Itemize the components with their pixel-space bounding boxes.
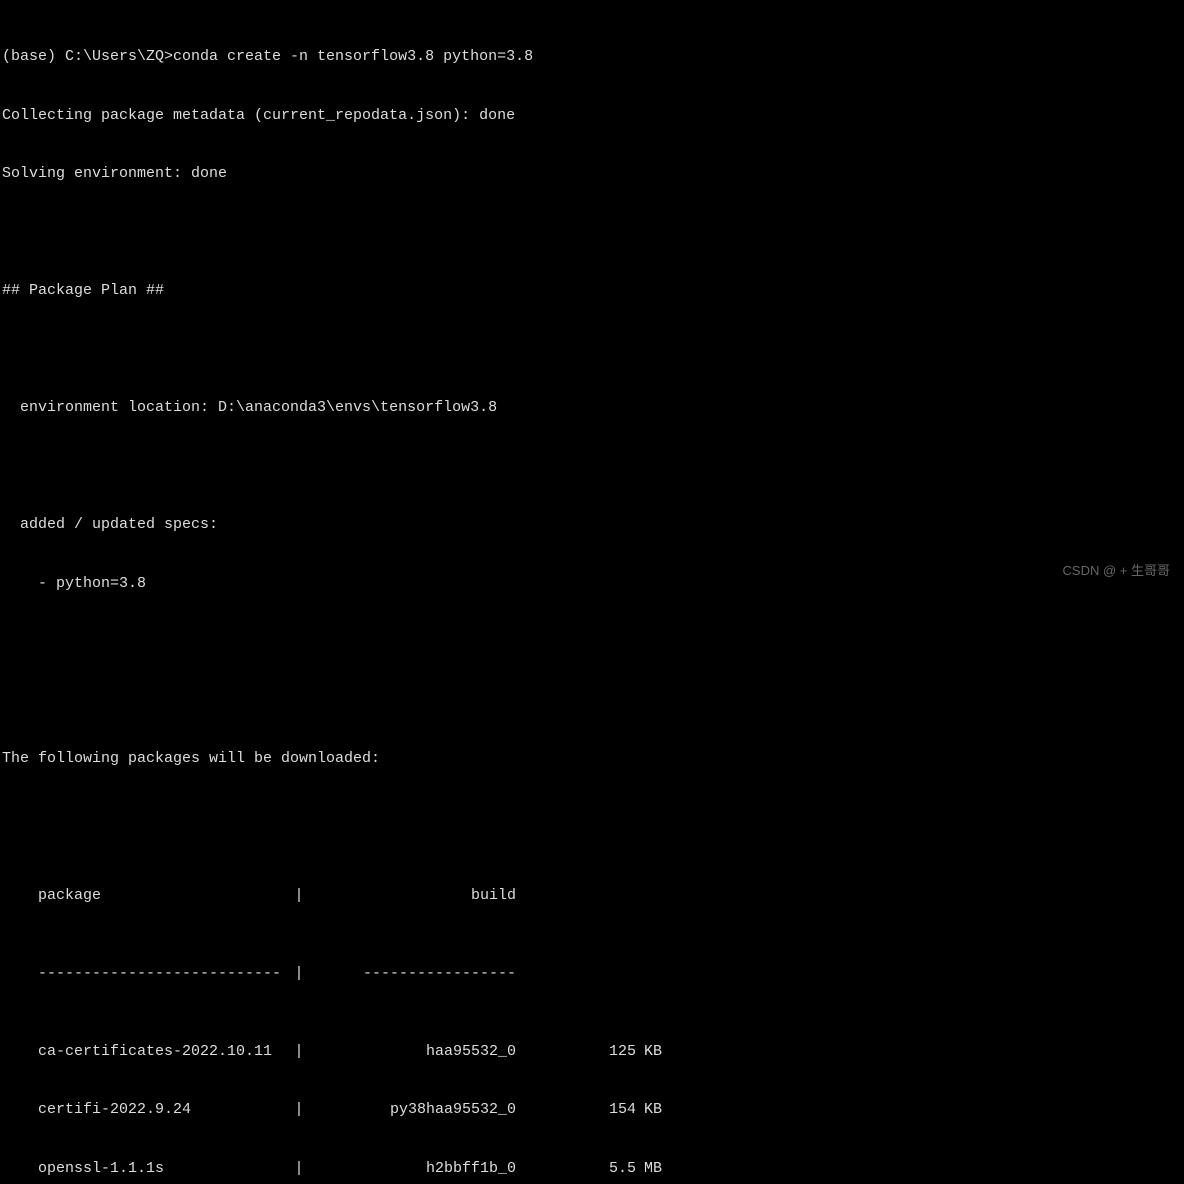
specs-item: - python=3.8 [2, 574, 1182, 594]
solving-line: Solving environment: done [2, 164, 1182, 184]
pkg-size: 154 [516, 1100, 636, 1120]
blank [2, 808, 1182, 828]
metadata-line: Collecting package metadata (current_rep… [2, 106, 1182, 126]
table-header: package | build [2, 886, 1182, 906]
specs-header: added / updated specs: [2, 515, 1182, 535]
header-build: build [316, 886, 516, 906]
blank [2, 632, 1182, 652]
plan-header: ## Package Plan ## [2, 281, 1182, 301]
blank [2, 223, 1182, 243]
pkg-name: openssl-1.1.1s [2, 1159, 282, 1179]
download-header: The following packages will be downloade… [2, 749, 1182, 769]
table-row: certifi-2022.9.24 | py38haa95532_0 154 K… [2, 1100, 1182, 1120]
pkg-build: haa95532_0 [316, 1042, 516, 1062]
blank [2, 691, 1182, 711]
pkg-unit: KB [636, 1100, 676, 1120]
pkg-size: 5.5 [516, 1159, 636, 1179]
pkg-name: certifi-2022.9.24 [2, 1100, 282, 1120]
divider-pkg: --------------------------- [2, 964, 282, 984]
blank [2, 340, 1182, 360]
header-package: package [2, 886, 282, 906]
watermark: CSDN @ + 生哥哥 [1063, 563, 1170, 580]
pkg-build: py38haa95532_0 [316, 1100, 516, 1120]
terminal-output[interactable]: (base) C:\Users\ZQ>conda create -n tenso… [2, 8, 1182, 1184]
table-divider: --------------------------- | ----------… [2, 964, 1182, 984]
separator: | [282, 1159, 316, 1179]
pkg-size: 125 [516, 1042, 636, 1062]
separator: | [282, 1100, 316, 1120]
separator: | [282, 1042, 316, 1062]
pkg-name: ca-certificates-2022.10.11 [2, 1042, 282, 1062]
table-row: openssl-1.1.1s | h2bbff1b_0 5.5 MB [2, 1159, 1182, 1179]
divider-build: ----------------- [316, 964, 516, 984]
prompt-line: (base) C:\Users\ZQ>conda create -n tenso… [2, 47, 1182, 67]
blank [2, 457, 1182, 477]
separator: | [282, 964, 316, 984]
env-location: environment location: D:\anaconda3\envs\… [2, 398, 1182, 418]
table-row: ca-certificates-2022.10.11 | haa95532_0 … [2, 1042, 1182, 1062]
separator: | [282, 886, 316, 906]
pkg-unit: MB [636, 1159, 676, 1179]
pkg-build: h2bbff1b_0 [316, 1159, 516, 1179]
pkg-unit: KB [636, 1042, 676, 1062]
